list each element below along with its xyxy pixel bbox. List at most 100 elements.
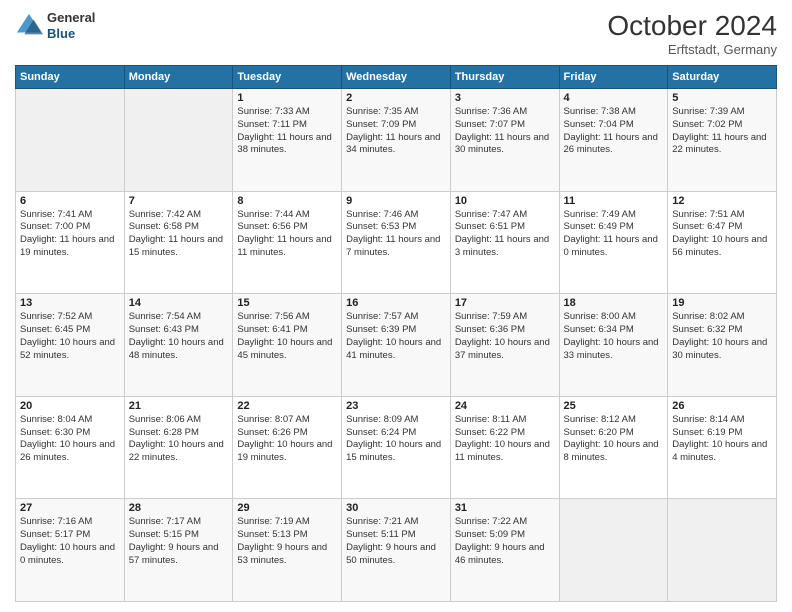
calendar-cell: 25 Sunrise: 8:12 AM Sunset: 6:20 PM Dayli…	[559, 396, 668, 499]
calendar-cell: 21Sunrise: 8:06 AM Sunset: 6:28 PM Dayli…	[124, 396, 233, 499]
calendar-week-3: 13Sunrise: 7:52 AM Sunset: 6:45 PM Dayli…	[16, 294, 777, 397]
day-info: Sunrise: 7:17 AM Sunset: 5:15 PM Dayligh…	[129, 516, 229, 567]
day-number: 26	[672, 400, 772, 412]
calendar-cell: 20 Sunrise: 8:04 AM Sunset: 6:30 PM Dayli…	[16, 396, 125, 499]
day-info: Sunrise: 8:11 AM Sunset: 6:22 PM Dayligh…	[455, 414, 555, 465]
calendar-cell: 9 Sunrise: 7:46 AM Sunset: 6:53 PM Daylig…	[342, 191, 451, 294]
day-info: Sunrise: 7:54 AM Sunset: 6:43 PM Dayligh…	[129, 311, 229, 362]
day-number: 30	[346, 502, 446, 514]
day-info: Sunrise: 7:16 AM Sunset: 5:17 PM Dayligh…	[20, 516, 120, 567]
calendar-cell: 18Sunrise: 8:00 AM Sunset: 6:34 PM Dayli…	[559, 294, 668, 397]
logo-blue: Blue	[47, 26, 95, 42]
day-info: Sunrise: 7:51 AM Sunset: 6:47 PM Dayligh…	[672, 209, 772, 260]
day-info: Sunrise: 7:47 AM Sunset: 6:51 PM Dayligh…	[455, 209, 555, 260]
day-info: Sunrise: 8:02 AM Sunset: 6:32 PM Dayligh…	[672, 311, 772, 362]
day-info: Sunrise: 7:35 AM Sunset: 7:09 PM Dayligh…	[346, 106, 446, 157]
day-info: Sunrise: 7:46 AM Sunset: 6:53 PM Dayligh…	[346, 209, 446, 260]
day-info: Sunrise: 7:36 AM Sunset: 7:07 PM Dayligh…	[455, 106, 555, 157]
day-number: 14	[129, 297, 229, 309]
calendar-cell: 31 Sunrise: 7:22 AM Sunset: 5:09 PM Dayli…	[450, 499, 559, 602]
calendar-cell: 23 Sunrise: 8:09 AM Sunset: 6:24 PM Dayli…	[342, 396, 451, 499]
day-number: 9	[346, 195, 446, 207]
day-number: 16	[346, 297, 446, 309]
day-number: 23	[346, 400, 446, 412]
calendar-week-2: 6 Sunrise: 7:41 AM Sunset: 7:00 PM Daylig…	[16, 191, 777, 294]
month-title: October 2024	[607, 10, 777, 42]
day-info: Sunrise: 7:57 AM Sunset: 6:39 PM Dayligh…	[346, 311, 446, 362]
day-info: Sunrise: 7:38 AM Sunset: 7:04 PM Dayligh…	[564, 106, 664, 157]
day-info: Sunrise: 8:04 AM Sunset: 6:30 PM Dayligh…	[20, 414, 120, 465]
day-info: Sunrise: 7:59 AM Sunset: 6:36 PM Dayligh…	[455, 311, 555, 362]
day-info: Sunrise: 7:56 AM Sunset: 6:41 PM Dayligh…	[237, 311, 337, 362]
calendar-cell	[16, 89, 125, 192]
day-info: Sunrise: 7:33 AM Sunset: 7:11 PM Dayligh…	[237, 106, 337, 157]
day-info: Sunrise: 7:41 AM Sunset: 7:00 PM Dayligh…	[20, 209, 120, 260]
calendar-cell: 27 Sunrise: 7:16 AM Sunset: 5:17 PM Dayli…	[16, 499, 125, 602]
day-number: 24	[455, 400, 555, 412]
day-number: 1	[237, 92, 337, 104]
calendar-cell: 5Sunrise: 7:39 AM Sunset: 7:02 PM Daylig…	[668, 89, 777, 192]
day-number: 21	[129, 400, 229, 412]
day-number: 19	[672, 297, 772, 309]
day-header-tuesday: Tuesday	[233, 66, 342, 89]
calendar-cell: 19 Sunrise: 8:02 AM Sunset: 6:32 PM Dayli…	[668, 294, 777, 397]
day-number: 28	[129, 502, 229, 514]
day-info: Sunrise: 8:09 AM Sunset: 6:24 PM Dayligh…	[346, 414, 446, 465]
day-number: 22	[237, 400, 337, 412]
calendar-cell: 7Sunrise: 7:42 AM Sunset: 6:58 PM Daylig…	[124, 191, 233, 294]
day-number: 6	[20, 195, 120, 207]
day-number: 3	[455, 92, 555, 104]
day-number: 13	[20, 297, 120, 309]
day-info: Sunrise: 7:42 AM Sunset: 6:58 PM Dayligh…	[129, 209, 229, 260]
calendar-cell: 11 Sunrise: 7:49 AM Sunset: 6:49 PM Dayli…	[559, 191, 668, 294]
calendar-cell: 10 Sunrise: 7:47 AM Sunset: 6:51 PM Dayli…	[450, 191, 559, 294]
day-info: Sunrise: 7:49 AM Sunset: 6:49 PM Dayligh…	[564, 209, 664, 260]
logo-icon	[15, 12, 43, 40]
day-info: Sunrise: 8:00 AM Sunset: 6:34 PM Dayligh…	[564, 311, 664, 362]
day-number: 25	[564, 400, 664, 412]
calendar-cell: 14 Sunrise: 7:54 AM Sunset: 6:43 PM Dayli…	[124, 294, 233, 397]
calendar-header-row: SundayMondayTuesdayWednesdayThursdayFrid…	[16, 66, 777, 89]
day-header-wednesday: Wednesday	[342, 66, 451, 89]
day-number: 17	[455, 297, 555, 309]
day-info: Sunrise: 8:07 AM Sunset: 6:26 PM Dayligh…	[237, 414, 337, 465]
calendar-cell: 30 Sunrise: 7:21 AM Sunset: 5:11 PM Dayli…	[342, 499, 451, 602]
calendar-cell: 15 Sunrise: 7:56 AM Sunset: 6:41 PM Dayli…	[233, 294, 342, 397]
calendar-cell: 17 Sunrise: 7:59 AM Sunset: 6:36 PM Dayli…	[450, 294, 559, 397]
calendar-cell	[124, 89, 233, 192]
logo-general: General	[47, 10, 95, 26]
calendar-cell: 6 Sunrise: 7:41 AM Sunset: 7:00 PM Daylig…	[16, 191, 125, 294]
calendar-cell: 16 Sunrise: 7:57 AM Sunset: 6:39 PM Dayli…	[342, 294, 451, 397]
day-number: 4	[564, 92, 664, 104]
calendar-cell: 2 Sunrise: 7:35 AM Sunset: 7:09 PM Daylig…	[342, 89, 451, 192]
day-number: 20	[20, 400, 120, 412]
day-number: 27	[20, 502, 120, 514]
calendar-cell: 8Sunrise: 7:44 AM Sunset: 6:56 PM Daylig…	[233, 191, 342, 294]
day-number: 2	[346, 92, 446, 104]
calendar-cell	[559, 499, 668, 602]
calendar-cell: 4 Sunrise: 7:38 AM Sunset: 7:04 PM Daylig…	[559, 89, 668, 192]
day-header-friday: Friday	[559, 66, 668, 89]
day-number: 11	[564, 195, 664, 207]
day-header-saturday: Saturday	[668, 66, 777, 89]
calendar-cell: 28 Sunrise: 7:17 AM Sunset: 5:15 PM Dayli…	[124, 499, 233, 602]
day-number: 15	[237, 297, 337, 309]
day-header-monday: Monday	[124, 66, 233, 89]
calendar-cell: 12 Sunrise: 7:51 AM Sunset: 6:47 PM Dayli…	[668, 191, 777, 294]
calendar-cell: 26 Sunrise: 8:14 AM Sunset: 6:19 PM Dayli…	[668, 396, 777, 499]
calendar-week-5: 27 Sunrise: 7:16 AM Sunset: 5:17 PM Dayli…	[16, 499, 777, 602]
day-number: 10	[455, 195, 555, 207]
day-info: Sunrise: 8:12 AM Sunset: 6:20 PM Dayligh…	[564, 414, 664, 465]
day-info: Sunrise: 7:22 AM Sunset: 5:09 PM Dayligh…	[455, 516, 555, 567]
calendar-week-4: 20 Sunrise: 8:04 AM Sunset: 6:30 PM Dayli…	[16, 396, 777, 499]
day-number: 31	[455, 502, 555, 514]
day-header-thursday: Thursday	[450, 66, 559, 89]
calendar-week-1: 1 Sunrise: 7:33 AM Sunset: 7:11 PM Daylig…	[16, 89, 777, 192]
day-info: Sunrise: 7:21 AM Sunset: 5:11 PM Dayligh…	[346, 516, 446, 567]
day-number: 5	[672, 92, 772, 104]
day-info: Sunrise: 8:14 AM Sunset: 6:19 PM Dayligh…	[672, 414, 772, 465]
day-number: 12	[672, 195, 772, 207]
calendar-cell: 24 Sunrise: 8:11 AM Sunset: 6:22 PM Dayli…	[450, 396, 559, 499]
location: Erftstadt, Germany	[607, 42, 777, 57]
title-block: October 2024 Erftstadt, Germany	[607, 10, 777, 57]
